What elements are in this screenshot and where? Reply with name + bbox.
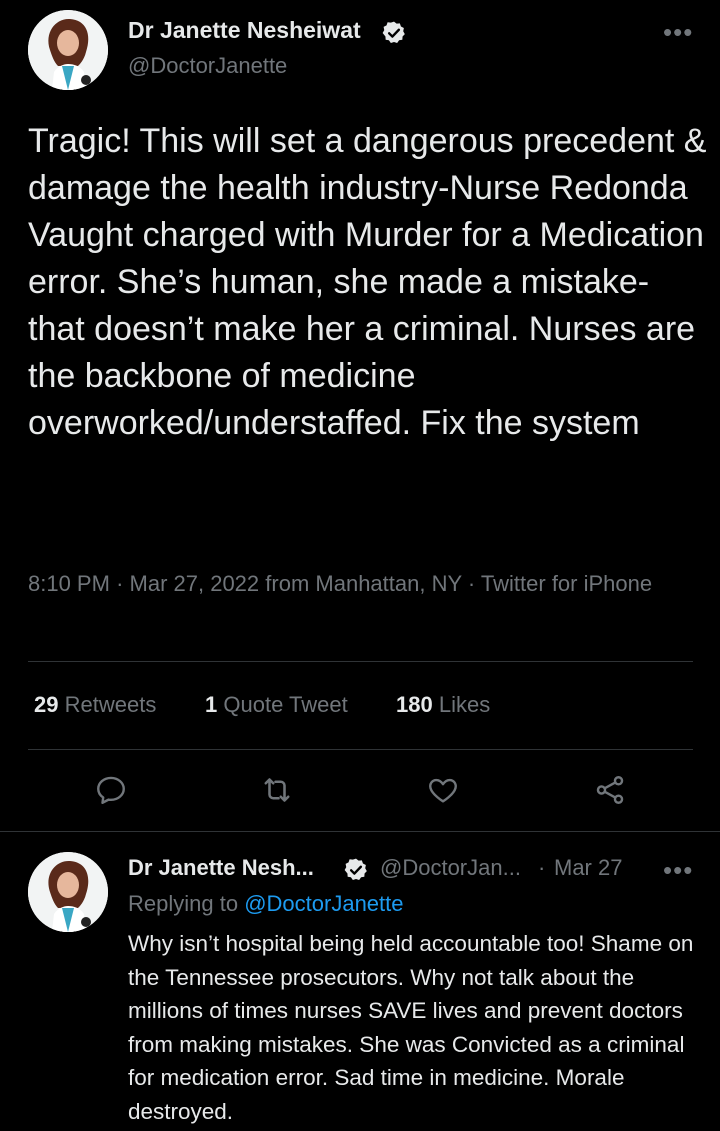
author-handle[interactable]: @DoctorJanette: [128, 53, 287, 79]
like-button[interactable]: [421, 768, 465, 812]
quote-tweets-stat[interactable]: 1 Quote Tweet: [205, 690, 348, 720]
verified-badge-icon: [344, 858, 367, 880]
retweets-label: Retweets: [64, 692, 157, 717]
retweets-count: 29: [34, 692, 59, 717]
tweet-meta: 8:10 PM · Mar 27, 2022 from Manhattan, N…: [28, 566, 688, 601]
reply-text: Why isn’t hospital being held accountabl…: [128, 931, 694, 1124]
tweet-location[interactable]: from Manhattan, NY: [265, 571, 461, 596]
likes-label: Likes: [438, 692, 491, 717]
reply-more-options-icon[interactable]: •••: [663, 857, 693, 883]
verified-badge-icon: [382, 21, 405, 43]
reply-author-name[interactable]: Dr Janette Nesh...: [128, 855, 314, 881]
likes-count: 180: [396, 692, 433, 717]
tweet-time[interactable]: 8:10 PM: [28, 571, 110, 596]
reply-separator: ·: [538, 855, 546, 880]
share-button[interactable]: [588, 768, 632, 812]
replying-to: Replying to @DoctorJanette: [128, 891, 404, 917]
quotes-count: 1: [205, 692, 218, 717]
quotes-label: Quote Tweet: [223, 692, 348, 717]
avatar-portrait: [28, 10, 108, 90]
reply-author-handle[interactable]: @DoctorJan...: [380, 855, 521, 881]
meta-separator: ·: [467, 571, 476, 596]
share-icon: [596, 776, 624, 804]
author-avatar[interactable]: [28, 10, 108, 90]
replying-prefix: Replying to: [128, 891, 239, 916]
divider: [0, 831, 720, 832]
reply-author-avatar[interactable]: [28, 852, 108, 932]
replying-to-link[interactable]: @DoctorJanette: [244, 891, 403, 916]
reply-button[interactable]: [89, 768, 133, 812]
retweet-icon: [264, 778, 290, 802]
retweet-button[interactable]: [255, 768, 299, 812]
divider: [28, 749, 693, 750]
tweet-text: Tragic! This will set a dangerous preced…: [28, 122, 707, 442]
like-icon: [429, 778, 457, 803]
likes-stat[interactable]: 180 Likes: [396, 690, 490, 720]
avatar-portrait: [28, 852, 108, 932]
divider: [28, 661, 693, 662]
more-options-icon[interactable]: •••: [663, 19, 693, 45]
meta-separator: ·: [116, 571, 124, 596]
reply-date[interactable]: Mar 27: [554, 855, 622, 881]
tweet-date[interactable]: Mar 27, 2022: [130, 571, 260, 596]
retweets-stat[interactable]: 29 Retweets: [34, 690, 156, 720]
author-name[interactable]: Dr Janette Nesheiwat: [128, 17, 361, 44]
tweet-source[interactable]: Twitter for iPhone: [481, 571, 652, 596]
reply-icon: [97, 776, 125, 804]
